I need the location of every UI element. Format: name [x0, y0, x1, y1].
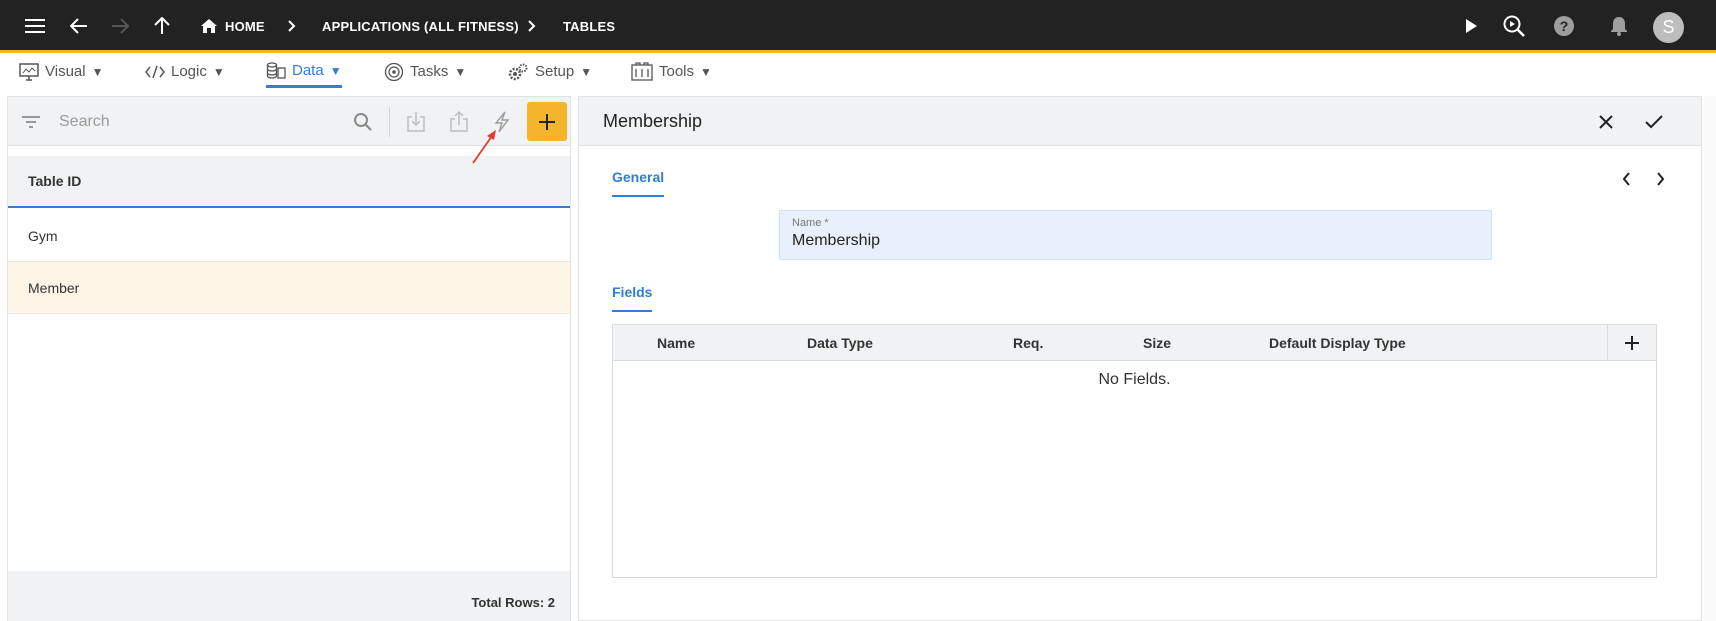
caret-down-icon: ▼	[700, 64, 712, 79]
tab-fields[interactable]: Fields	[612, 284, 653, 312]
caret-down-icon: ▼	[329, 63, 342, 78]
search-icon[interactable]	[348, 107, 378, 137]
table-row-gym[interactable]: Gym	[8, 210, 570, 262]
save-check-icon[interactable]	[1639, 107, 1669, 137]
help-icon[interactable]: ?	[1551, 13, 1577, 39]
home-icon[interactable]	[196, 13, 222, 39]
menu-bar: Visual ▼ Logic ▼ Data ▼ Tasks ▼ Setup ▼ …	[0, 56, 1716, 89]
database-icon	[266, 61, 286, 79]
column-header-default-display-type[interactable]: Default Display Type	[1269, 335, 1406, 351]
toolbar-divider	[389, 107, 390, 137]
filter-icon[interactable]	[16, 107, 46, 137]
name-field[interactable]: Name *	[779, 210, 1492, 260]
code-icon	[145, 65, 165, 78]
menu-visual[interactable]: Visual ▼	[19, 56, 103, 87]
menu-data-label: Data	[292, 62, 324, 79]
empty-state-text: No Fields.	[1098, 371, 1171, 388]
menu-tools[interactable]: Tools ▼	[631, 56, 712, 87]
tab-general[interactable]: General	[612, 169, 665, 197]
column-header-name[interactable]: Name	[657, 335, 695, 351]
table-row-member[interactable]: Member	[8, 262, 570, 314]
close-icon[interactable]	[1591, 107, 1621, 137]
breadcrumb-home[interactable]: HOME	[225, 19, 265, 34]
chevron-right-icon[interactable]	[1650, 169, 1670, 189]
caret-down-icon: ▼	[91, 64, 104, 79]
total-rows-count: Total Rows: 2	[471, 595, 555, 610]
add-field-button[interactable]	[1607, 325, 1656, 361]
search-input[interactable]	[59, 109, 349, 135]
monitor-icon	[19, 62, 39, 81]
tools-icon	[631, 61, 653, 81]
caret-down-icon: ▼	[580, 64, 593, 79]
row-label: Member	[28, 280, 80, 296]
debug-search-icon[interactable]	[1501, 13, 1527, 39]
column-header-data-type[interactable]: Data Type	[807, 335, 873, 351]
name-field-label: Name *	[792, 217, 829, 229]
menu-tools-label: Tools	[659, 63, 695, 80]
breadcrumb-tables[interactable]: TABLES	[563, 19, 615, 34]
add-table-button[interactable]	[527, 102, 567, 141]
svg-text:?: ?	[1560, 18, 1569, 34]
page-title: Membership	[603, 111, 703, 131]
breadcrumb-applications[interactable]: APPLICATIONS (ALL FITNESS)	[322, 19, 519, 34]
row-label: Gym	[28, 228, 58, 244]
column-header-required[interactable]: Req.	[1013, 335, 1043, 351]
top-bar: HOME APPLICATIONS (ALL FITNESS) TABLES ?…	[0, 0, 1716, 53]
plus-icon	[539, 113, 555, 130]
menu-data[interactable]: Data ▼	[266, 56, 342, 88]
table-detail-panel: Membership General Name * Fields Name Da…	[578, 96, 1702, 621]
import-icon[interactable]	[401, 107, 431, 137]
fields-table: Name Data Type Req. Size Default Display…	[612, 324, 1657, 578]
caret-down-icon: ▼	[212, 64, 225, 79]
menu-setup-label: Setup	[535, 63, 575, 80]
column-header-label: Table ID	[28, 173, 82, 189]
chevron-right-icon	[279, 13, 305, 39]
hamburger-menu-icon[interactable]	[22, 13, 48, 39]
menu-logic[interactable]: Logic ▼	[145, 56, 225, 87]
notification-bell-icon[interactable]	[1606, 13, 1632, 39]
fields-table-header: Name Data Type Req. Size Default Display…	[613, 325, 1656, 361]
menu-tasks[interactable]: Tasks ▼	[384, 56, 466, 87]
back-arrow-icon[interactable]	[66, 13, 92, 39]
chevron-left-icon[interactable]	[1616, 169, 1636, 189]
menu-visual-label: Visual	[45, 63, 86, 80]
play-icon[interactable]	[1458, 13, 1484, 39]
menu-tasks-label: Tasks	[410, 63, 449, 80]
name-input[interactable]	[792, 232, 1472, 250]
up-arrow-icon[interactable]	[149, 13, 175, 39]
caret-down-icon: ▼	[454, 64, 467, 79]
scrollbar[interactable]	[1704, 96, 1716, 621]
list-footer: Total Rows: 2	[8, 571, 570, 621]
user-avatar[interactable]: S	[1653, 12, 1684, 43]
tasks-icon	[384, 62, 404, 81]
menu-logic-label: Logic	[171, 63, 207, 80]
chevron-right-icon	[519, 13, 545, 39]
menu-setup[interactable]: Setup ▼	[507, 56, 592, 87]
plus-icon	[1625, 336, 1639, 350]
detail-header: Membership	[579, 97, 1701, 146]
annotation-arrow	[472, 130, 496, 164]
forward-arrow-icon[interactable]	[107, 13, 133, 39]
table-list-panel: Table ID Gym Member Total Rows: 2	[7, 96, 571, 621]
gears-icon	[508, 63, 528, 80]
column-header-size[interactable]: Size	[1143, 335, 1171, 351]
